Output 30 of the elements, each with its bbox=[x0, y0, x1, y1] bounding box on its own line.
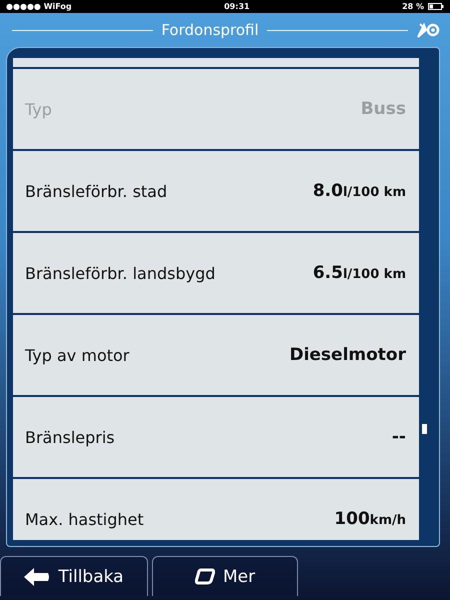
scrollbar-thumb[interactable] bbox=[422, 424, 427, 434]
setting-value: 6.5 bbox=[312, 263, 343, 283]
satellite-icon[interactable] bbox=[416, 21, 440, 39]
setting-label: Bränsleförbr. landsbygd bbox=[25, 264, 216, 282]
back-button[interactable]: Tillbaka bbox=[0, 556, 148, 596]
setting-value: Dieselmotor bbox=[289, 345, 406, 365]
unit-text: km/h bbox=[370, 513, 406, 528]
setting-row[interactable]: Max. hastighet 100km/h bbox=[13, 479, 419, 540]
clock-text: 09:31 bbox=[224, 2, 250, 11]
arrow-left-icon bbox=[24, 568, 50, 586]
setting-label: Max. hastighet bbox=[25, 510, 144, 528]
unit-text: l/100 km bbox=[342, 185, 406, 200]
setting-value: Buss bbox=[360, 99, 406, 119]
setting-label: Typ av motor bbox=[25, 346, 130, 364]
setting-value: 8.0 bbox=[312, 181, 343, 201]
setting-row[interactable]: Bränsleförbr. stad 8.0l/100 km bbox=[13, 151, 419, 231]
setting-label: Bränslepris bbox=[25, 428, 115, 446]
setting-label: Typ bbox=[25, 100, 52, 118]
screen-title: Fordonsprofil bbox=[161, 21, 259, 39]
unit-text: l/100 km bbox=[342, 267, 406, 282]
setting-row[interactable]: Typ av motor Dieselmotor bbox=[13, 315, 419, 395]
battery-text: 28 % bbox=[402, 2, 424, 11]
setting-row[interactable]: Bränslepris -- bbox=[13, 397, 419, 477]
setting-value: -- bbox=[392, 427, 406, 447]
battery-icon bbox=[428, 3, 444, 10]
carrier-text: ●●●●● WiFog bbox=[6, 2, 72, 11]
setting-row[interactable]: Bränsleförbr. landsbygd 6.5l/100 km bbox=[13, 233, 419, 313]
setting-label: Bränsleförbr. stad bbox=[25, 182, 168, 200]
setting-value: 100 bbox=[334, 509, 370, 529]
more-button[interactable]: Mer bbox=[152, 556, 298, 596]
